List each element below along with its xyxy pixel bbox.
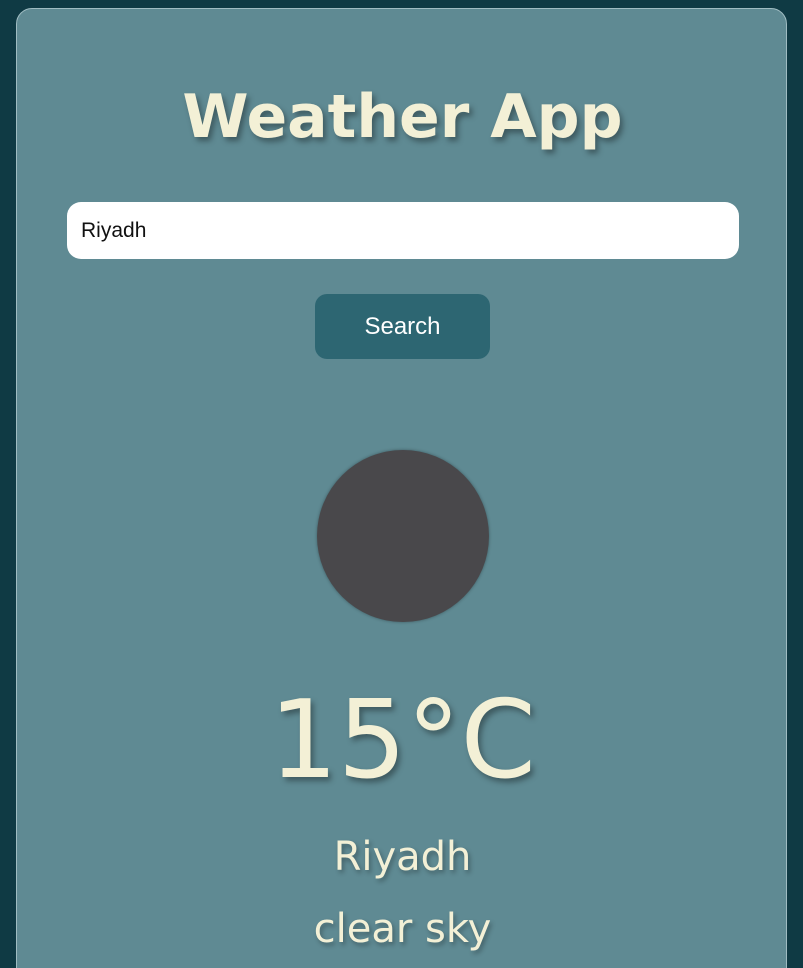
weather-description: clear sky [313, 906, 492, 952]
app-title: Weather App [182, 82, 623, 152]
weather-icon [317, 450, 489, 622]
temperature-value: 15°C [269, 678, 536, 803]
search-button[interactable]: Search [315, 294, 490, 359]
weather-card: Weather App Search 15°C Riyadh clear sky [16, 8, 787, 968]
city-name: Riyadh [333, 834, 472, 880]
city-search-input[interactable] [67, 202, 739, 259]
